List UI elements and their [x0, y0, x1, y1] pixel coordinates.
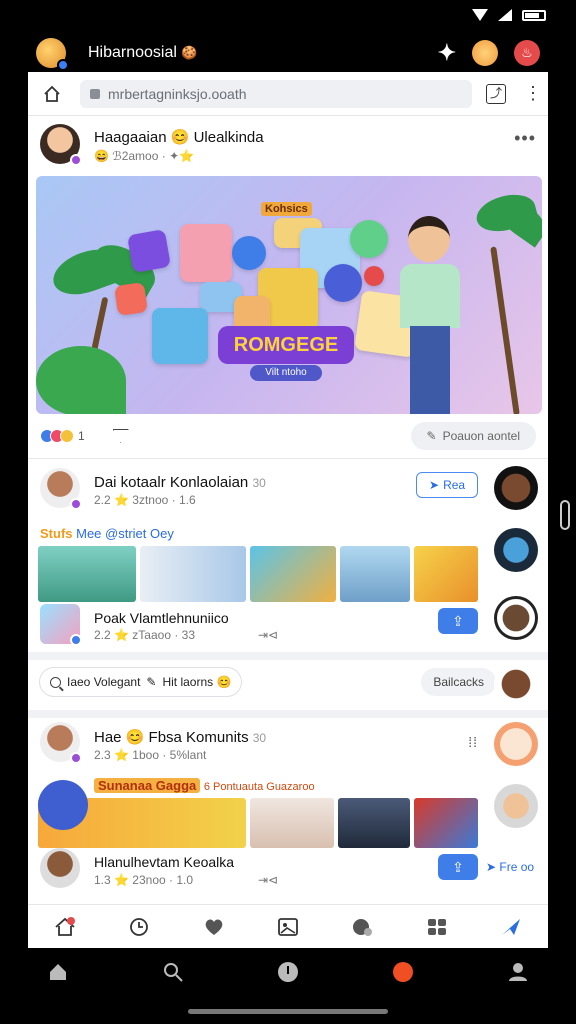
story-avatar[interactable] — [494, 662, 538, 706]
post-author[interactable]: Poak Vlamtlehnuniico — [94, 610, 229, 626]
send-icon[interactable] — [112, 429, 129, 443]
avatar[interactable] — [40, 848, 80, 888]
post-author[interactable]: Hlanulhevtam Keoalka — [94, 854, 234, 870]
heart-icon[interactable] — [203, 917, 225, 937]
header-avatar[interactable] — [472, 40, 498, 66]
avatar[interactable] — [40, 604, 82, 646]
post-author[interactable]: Haagaaian 😊 Ulealkinda — [94, 128, 264, 146]
promo-badge[interactable] — [38, 780, 88, 830]
post-meta: 2.2 ⭐ zTaaoo · 33 — [94, 628, 195, 642]
media-thumbnail[interactable] — [414, 546, 478, 602]
reaction-count: 1 — [78, 429, 85, 443]
url-bar: mrbertagninksjo.ooath ⤴ ⋮ — [28, 72, 548, 116]
story-avatar[interactable] — [494, 596, 538, 640]
system-nav-bar — [0, 948, 576, 996]
share-button[interactable]: ⇪ — [438, 608, 478, 634]
follow-button[interactable]: ➤ Rea — [416, 472, 479, 498]
story-avatar[interactable] — [494, 466, 538, 510]
send-icon: ➤ — [429, 478, 440, 492]
app-header: Hibarnoosial 🍪 ✦ ♨ — [28, 34, 548, 72]
app-title: Hibarnoosial 🍪 — [88, 44, 198, 61]
media-thumbnail[interactable] — [340, 546, 410, 602]
browser-window: mrbertagninksjo.ooath ⤴ ⋮ Haagaaian 😊 Ul… — [28, 72, 548, 948]
clock-icon[interactable] — [128, 917, 150, 937]
home-indicator[interactable] — [188, 1009, 388, 1014]
media-thumbnail[interactable] — [250, 546, 336, 602]
post-author[interactable]: Hae 😊 Fbsa Komunits 30 — [94, 728, 266, 746]
scroll-handle[interactable] — [560, 500, 570, 530]
url-text: mrbertagninksjo.ooath — [108, 85, 247, 102]
notification-icon[interactable]: ♨ — [514, 40, 540, 66]
battery-icon — [522, 9, 546, 21]
phone-screen: Hibarnoosial 🍪 ✦ ♨ mrbertagninksjo.ooath… — [0, 0, 576, 1024]
more-icon[interactable]: ••• — [514, 128, 536, 149]
strip-title: Sunanaa Gagga 6 Pontuauta Guazaroo — [94, 778, 315, 793]
search-icon[interactable] — [162, 961, 184, 983]
lock-icon — [90, 88, 100, 99]
status-bar — [0, 0, 576, 34]
post-meta-right: ⇥⊲ — [258, 628, 279, 642]
more-icon[interactable]: ⋮ — [524, 83, 542, 104]
hero-tag: Kohsics — [261, 202, 312, 216]
avatar[interactable] — [40, 468, 82, 510]
post-meta: 1.3 ⭐ 23noo · 1.0 — [94, 873, 194, 887]
url-field[interactable]: mrbertagninksjo.ooath — [80, 79, 472, 108]
live-icon[interactable] — [392, 961, 414, 983]
profile-icon[interactable] — [507, 961, 529, 983]
haha-icon — [60, 429, 74, 443]
avatar[interactable] — [40, 722, 82, 764]
wifi-icon — [472, 9, 488, 21]
app-tab-bar — [28, 904, 548, 948]
search-icon — [50, 676, 61, 688]
gallery-icon[interactable] — [277, 917, 299, 937]
post-meta-right: ⇥⊲ — [258, 873, 279, 887]
story-avatar[interactable] — [494, 528, 538, 572]
post-header: Haagaaian 😊 Ulealkinda 😄 ℬ2amoo · ✦⭐ ••• — [28, 116, 548, 174]
reaction-bar: 1 ✎ Poauon aontel — [40, 422, 536, 450]
share-icon[interactable]: ⤴ — [486, 83, 506, 104]
post-author[interactable]: Dai kotaalr Konlaolaian 30 — [94, 474, 266, 491]
home-icon[interactable] — [47, 961, 69, 983]
hero-title: ROMGEGE — [218, 326, 354, 364]
info-icon[interactable] — [277, 961, 299, 983]
send-icon: ➤ — [486, 860, 497, 874]
send-icon[interactable] — [500, 917, 522, 937]
share-button[interactable]: ⇪ — [438, 854, 478, 880]
media-thumbnail[interactable] — [250, 798, 334, 848]
story-avatar[interactable] — [494, 722, 538, 766]
media-thumbnail[interactable] — [414, 798, 478, 848]
hero-subtitle: Vilt ntoho — [250, 365, 322, 381]
post-meta: 2.2 ⭐ 3ztnoo · 1.6 — [94, 493, 196, 507]
filter-chip[interactable]: Bailcacks — [421, 668, 496, 696]
edit-icon: ✎ — [426, 429, 437, 443]
app-avatar[interactable] — [36, 38, 69, 71]
hero-banner[interactable]: Kohsics ROMGEGE Vilt ntoho — [36, 176, 542, 414]
media-thumbnail[interactable] — [140, 546, 246, 602]
search-bar[interactable]: Iaeo Volegant ✎ Hit laorns 😊 — [40, 668, 242, 696]
media-thumbnail[interactable] — [338, 798, 410, 848]
home-icon[interactable] — [38, 80, 66, 108]
post-meta: 2.3 ⭐ 1boo · 5%lant — [94, 748, 207, 762]
post-tail: ➤ Fre oo — [486, 860, 535, 874]
signal-icon — [498, 9, 512, 21]
chat-icon[interactable] — [351, 917, 373, 937]
media-thumbnail[interactable] — [38, 546, 136, 602]
friends-icon[interactable] — [426, 917, 448, 937]
strip-title: Stufs Mee @striet Oey — [40, 526, 174, 541]
sparkle-icon[interactable]: ✦ — [438, 40, 456, 66]
react-button[interactable]: ✎ Poauon aontel — [410, 422, 536, 450]
edit-icon: ✎ — [146, 675, 157, 689]
grid-icon[interactable]: ⁞⁞ — [468, 734, 478, 750]
home-icon[interactable] — [54, 916, 76, 937]
avatar[interactable] — [40, 124, 82, 166]
post-meta: 😄 ℬ2amoo · ✦⭐ — [94, 149, 195, 163]
story-avatar[interactable] — [494, 784, 538, 828]
